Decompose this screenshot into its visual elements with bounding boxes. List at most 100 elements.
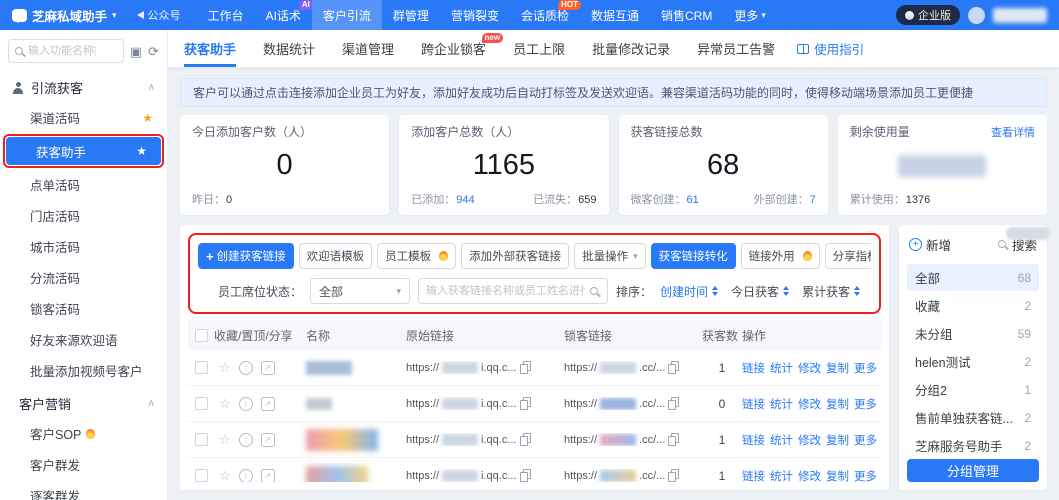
toolbar-button[interactable]: 批量操作▾ <box>574 243 646 269</box>
share-icon[interactable]: ↗ <box>261 433 275 447</box>
share-icon[interactable]: ↗ <box>261 469 275 483</box>
row-action-link[interactable]: 更多 <box>854 468 877 483</box>
row-action-link[interactable]: 更多 <box>854 360 877 376</box>
refresh-icon[interactable]: ⟳ <box>148 45 159 58</box>
link-search-input[interactable] <box>426 285 585 297</box>
nav-item[interactable]: 数据互通 <box>580 0 650 30</box>
view-details-link[interactable]: 查看详情 <box>991 124 1035 140</box>
group-item[interactable]: 全部68 <box>907 264 1039 291</box>
row-checkbox[interactable] <box>195 469 208 482</box>
group-item[interactable]: helen测试2 <box>907 348 1039 375</box>
collapsed-floating-widget[interactable] <box>1006 227 1050 240</box>
copy-icon[interactable] <box>668 397 679 410</box>
group-manage-button[interactable]: 分组管理 <box>907 459 1039 482</box>
row-action-link[interactable]: 统计 <box>770 468 793 483</box>
sort-option[interactable]: 创建时间 <box>660 283 718 300</box>
sort-option[interactable]: 今日获客 <box>731 283 789 300</box>
add-group-button[interactable]: + 新增 <box>909 235 951 254</box>
sidebar-item[interactable]: 好友来源欢迎语 <box>0 324 167 355</box>
toolbar-button[interactable]: +创建获客链接 <box>198 243 294 269</box>
row-action-link[interactable]: 更多 <box>854 432 877 448</box>
toolbar-button[interactable]: 链接外用 <box>741 243 820 269</box>
share-icon[interactable]: ↗ <box>261 361 275 375</box>
group-item[interactable]: 分组21 <box>907 376 1039 403</box>
toolbar-button[interactable]: 获客链接转化 <box>651 243 736 269</box>
row-action-link[interactable]: 统计 <box>770 432 793 448</box>
pin-top-icon[interactable]: ↑ <box>239 361 253 375</box>
share-icon[interactable]: ↗ <box>261 397 275 411</box>
app-logo[interactable]: 芝麻私域助手 ▾ <box>0 0 127 30</box>
copy-icon[interactable] <box>668 433 679 446</box>
sort-option[interactable]: 累计获客 <box>802 283 860 300</box>
tab[interactable]: 数据统计 <box>263 30 315 67</box>
sidebar-group-header[interactable]: 引流获客∧ <box>0 70 167 102</box>
copy-icon[interactable] <box>520 397 531 410</box>
copy-icon[interactable] <box>520 361 531 374</box>
copy-icon[interactable] <box>520 469 531 482</box>
favorite-star-icon[interactable]: ☆ <box>219 360 231 376</box>
toolbar-button[interactable]: 分享指标 <box>825 243 871 269</box>
row-action-link[interactable]: 统计 <box>770 360 793 376</box>
sidebar-item[interactable]: 门店活码 <box>0 200 167 231</box>
pin-top-icon[interactable]: ↑ <box>239 469 253 483</box>
edition-badge[interactable]: 企业版 <box>896 5 960 25</box>
sidebar-item[interactable]: 城市活码 <box>0 231 167 262</box>
sidebar-item[interactable]: 客户SOP <box>0 418 167 449</box>
favorite-star-icon[interactable]: ☆ <box>219 396 231 412</box>
row-action-link[interactable]: 链接 <box>742 432 765 448</box>
tab[interactable]: 获客助手 <box>184 30 236 67</box>
select-all-checkbox[interactable] <box>195 329 208 342</box>
nav-item[interactable]: 会话质检HOT <box>510 0 580 30</box>
toolbar-button[interactable]: 欢迎语模板 <box>299 243 373 269</box>
row-action-link[interactable]: 复制 <box>826 468 849 483</box>
sidebar-search-input[interactable] <box>28 45 96 57</box>
row-action-link[interactable]: 链接 <box>742 468 765 483</box>
sidebar-item[interactable]: 点单活码 <box>0 169 167 200</box>
tab[interactable]: 渠道管理 <box>342 30 394 67</box>
row-action-link[interactable]: 复制 <box>826 360 849 376</box>
row-action-link[interactable]: 修改 <box>798 396 821 412</box>
usage-guide-link[interactable]: 使用指引 <box>797 30 864 67</box>
tab[interactable]: 跨企业锁客new <box>421 30 486 67</box>
copy-icon[interactable] <box>668 361 679 374</box>
group-item[interactable]: 芝麻服务号助手2 <box>907 432 1039 459</box>
row-action-link[interactable]: 链接 <box>742 396 765 412</box>
sidebar-item[interactable]: 分流活码 <box>0 262 167 293</box>
copy-icon[interactable] <box>668 469 679 482</box>
favorite-star-icon[interactable]: ☆ <box>219 468 231 483</box>
seat-status-select[interactable]: 全部 ▾ <box>310 278 410 304</box>
avatar[interactable] <box>968 7 985 24</box>
row-action-link[interactable]: 统计 <box>770 396 793 412</box>
row-checkbox[interactable] <box>195 361 208 374</box>
sidebar-item[interactable]: 渠道活码★ <box>0 102 167 133</box>
sidebar-item[interactable]: 客户群发 <box>0 449 167 480</box>
nav-item[interactable]: 销售CRM <box>650 0 723 30</box>
user-name-blurred[interactable] <box>993 8 1047 23</box>
panel-toggle-icon[interactable]: ▣ <box>130 45 142 58</box>
pin-top-icon[interactable]: ↑ <box>239 433 253 447</box>
favorite-star-icon[interactable]: ☆ <box>219 432 231 448</box>
copy-icon[interactable] <box>520 433 531 446</box>
sidebar-item[interactable]: 批量添加视频号客户 <box>0 355 167 386</box>
nav-item[interactable]: 更多▾ <box>723 0 777 30</box>
group-item[interactable]: 收藏2 <box>907 292 1039 319</box>
row-checkbox[interactable] <box>195 397 208 410</box>
group-item[interactable]: 未分组59 <box>907 320 1039 347</box>
link-search-box[interactable] <box>418 278 608 304</box>
star-icon[interactable]: ★ <box>136 144 147 158</box>
row-action-link[interactable]: 链接 <box>742 360 765 376</box>
row-checkbox[interactable] <box>195 433 208 446</box>
official-account-link[interactable]: 公众号 <box>127 0 191 30</box>
star-icon[interactable]: ★ <box>142 111 153 125</box>
nav-item[interactable]: 营销裂变 <box>440 0 510 30</box>
row-action-link[interactable]: 修改 <box>798 432 821 448</box>
sidebar-item[interactable]: 获客助手★ <box>6 137 161 165</box>
row-action-link[interactable]: 复制 <box>826 396 849 412</box>
row-action-link[interactable]: 复制 <box>826 432 849 448</box>
tab[interactable]: 员工上限 <box>513 30 565 67</box>
sidebar-item[interactable]: 锁客活码 <box>0 293 167 324</box>
row-action-link[interactable]: 更多 <box>854 396 877 412</box>
sidebar-search-box[interactable] <box>8 39 124 63</box>
group-item[interactable]: 售前单独获客链...2 <box>907 404 1039 431</box>
toolbar-button[interactable]: 添加外部获客链接 <box>461 243 569 269</box>
